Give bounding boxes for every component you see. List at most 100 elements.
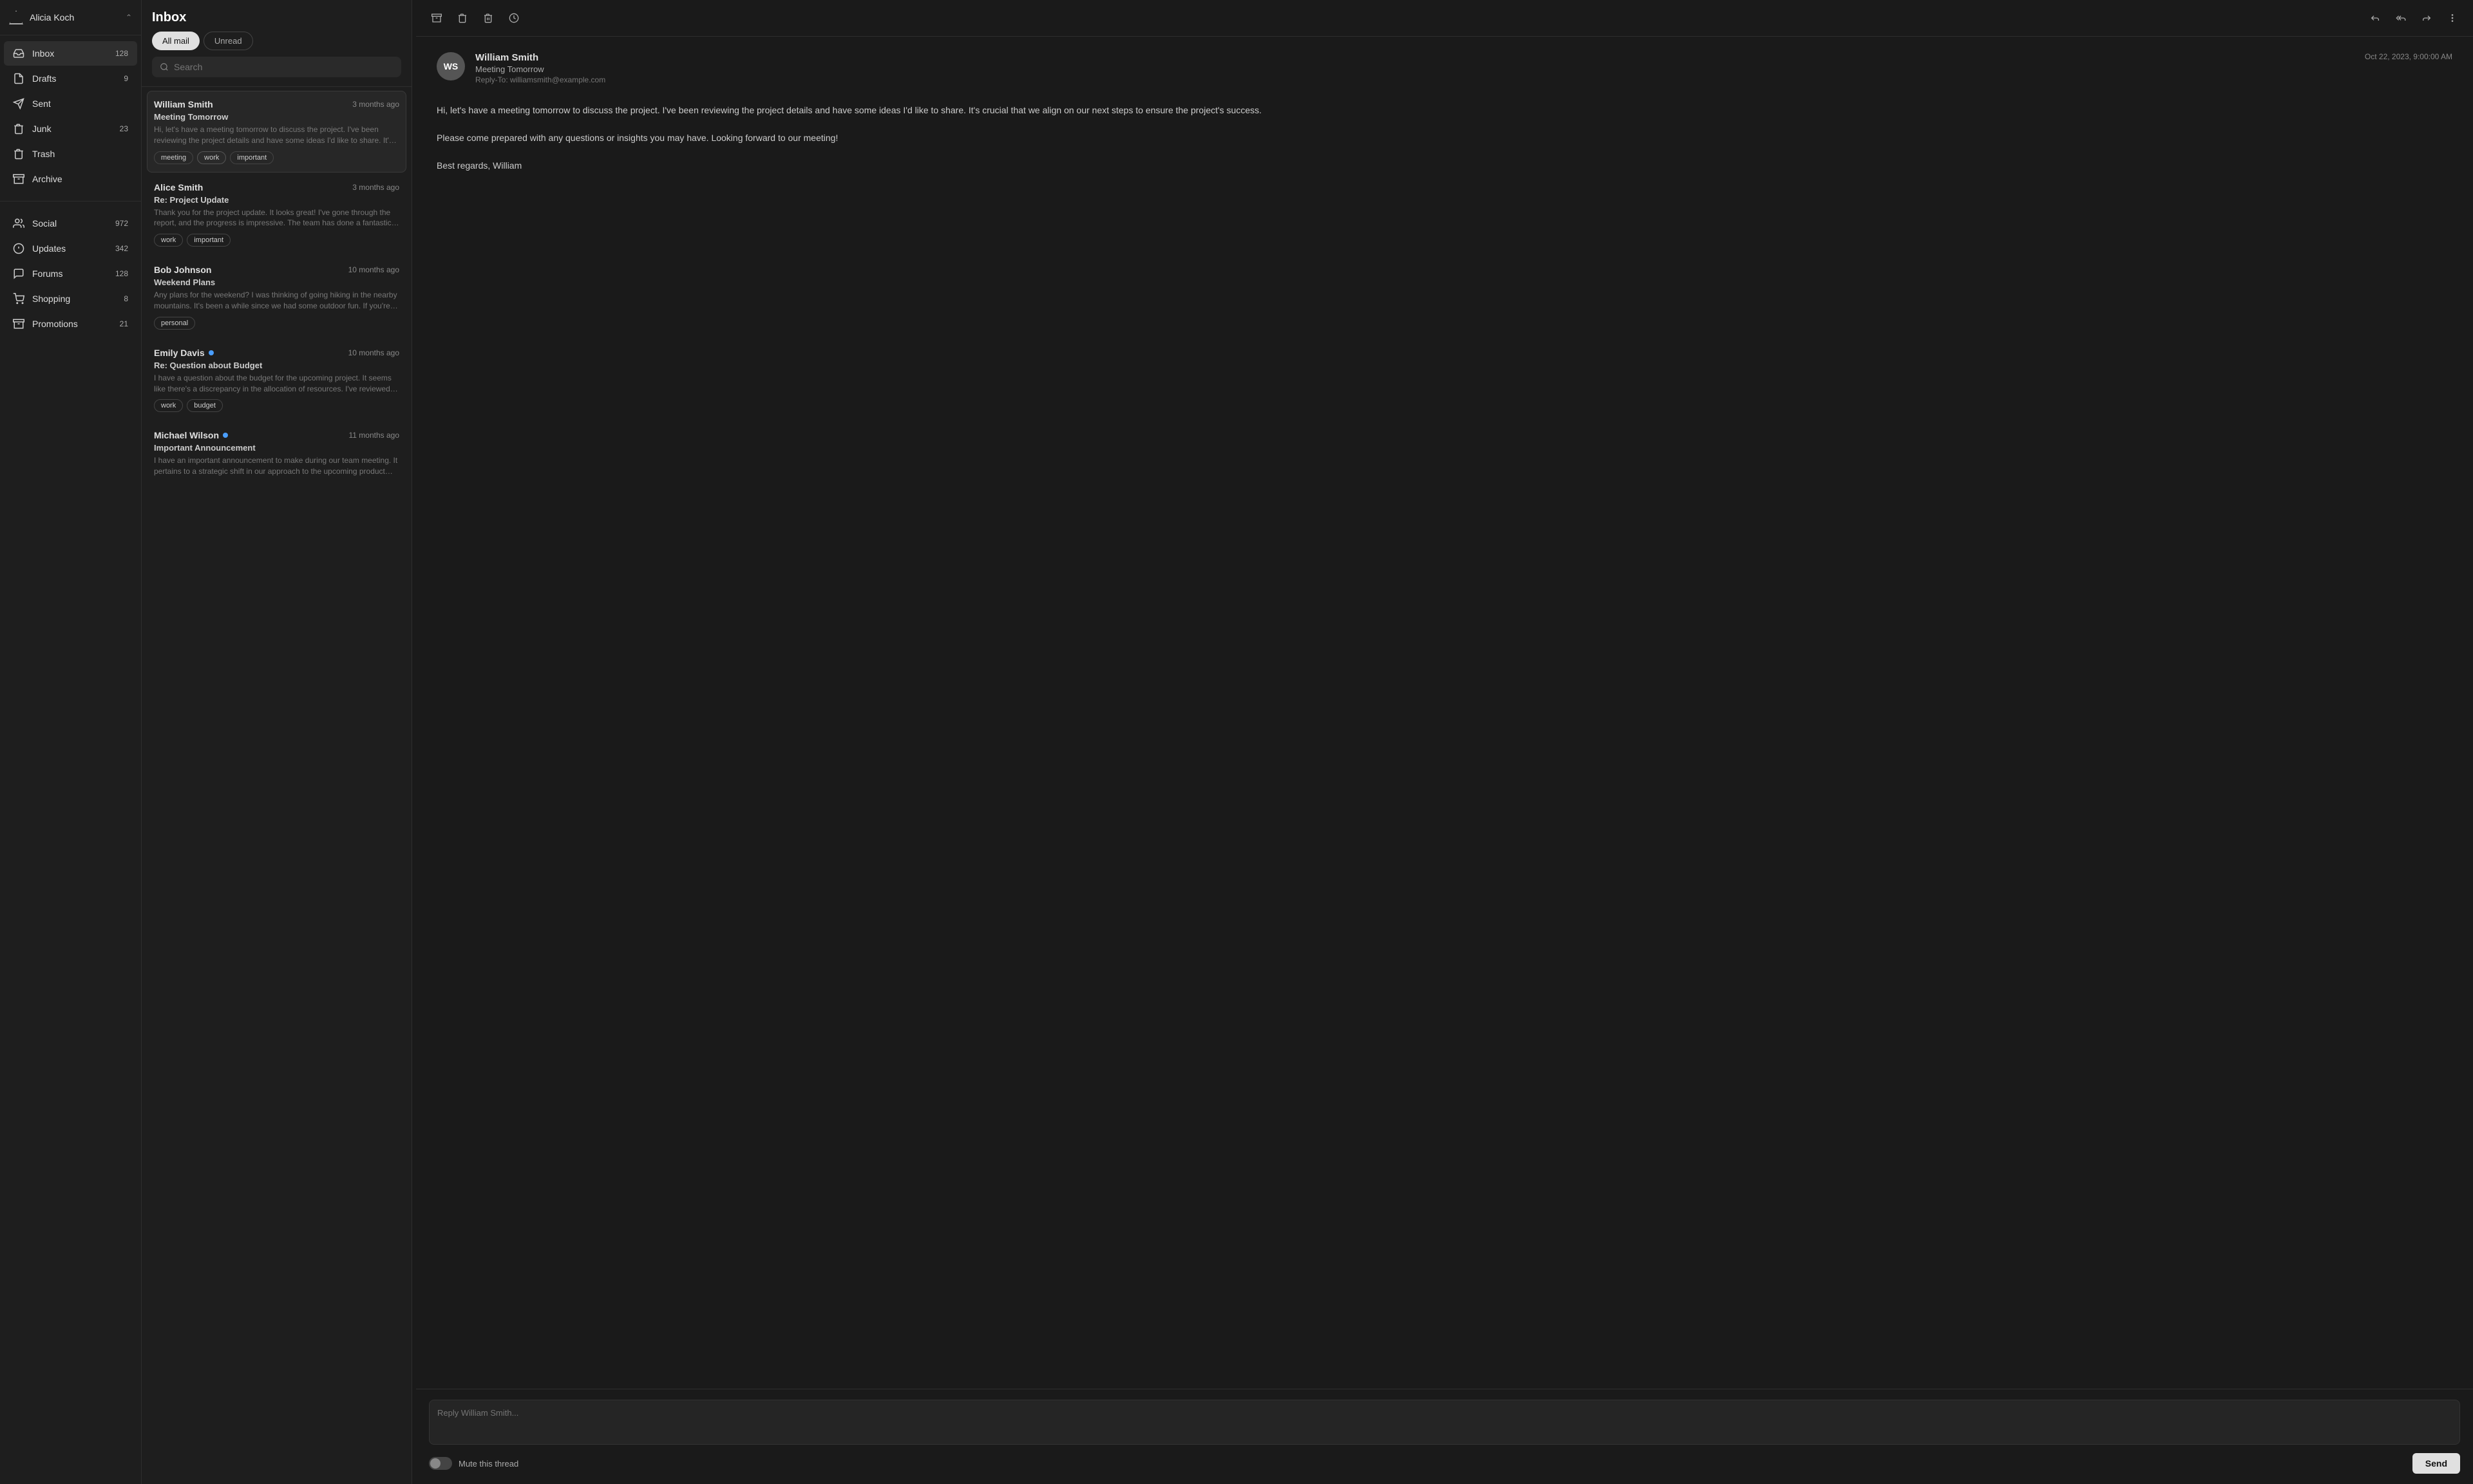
mail-list: William Smith 3 months ago Meeting Tomor… xyxy=(142,87,412,1484)
search-bar xyxy=(152,57,401,77)
forums-count: 128 xyxy=(115,269,128,278)
email-content: WS William Smith Meeting Tomorrow Reply-… xyxy=(416,37,2473,1389)
mail-preview-4: I have a question about the budget for t… xyxy=(154,373,399,395)
social-count: 972 xyxy=(115,219,128,228)
mute-toggle[interactable] xyxy=(429,1457,452,1470)
email-subject-display: Meeting Tomorrow xyxy=(475,64,2355,74)
mail-tags-1: meeting work important xyxy=(154,151,399,164)
email-meta: William Smith Meeting Tomorrow Reply-To:… xyxy=(475,52,2355,84)
send-button[interactable]: Send xyxy=(2412,1453,2460,1474)
account-header[interactable]: Alicia Koch ⌃ xyxy=(0,0,141,35)
mail-item-4[interactable]: Emily Davis 10 months ago Re: Question a… xyxy=(147,339,406,421)
inbox-title: Inbox xyxy=(152,10,401,25)
mail-time-1: 3 months ago xyxy=(352,100,399,109)
sender-avatar: WS xyxy=(437,52,465,80)
email-body-p3: Best regards, William xyxy=(437,158,2452,174)
email-toolbar xyxy=(416,0,2473,37)
mail-sender-4: Emily Davis xyxy=(154,348,214,358)
forums-label: Forums xyxy=(32,268,108,279)
tag-personal: personal xyxy=(154,317,195,330)
tag-work-2: work xyxy=(154,234,183,247)
shopping-icon xyxy=(13,293,24,305)
sidebar: Alicia Koch ⌃ Inbox 128 Drafts 9 xyxy=(0,0,142,1484)
sidebar-item-inbox[interactable]: Inbox 128 xyxy=(4,41,137,66)
email-from-name: William Smith xyxy=(475,52,2355,63)
chevron-icon: ⌃ xyxy=(126,13,132,22)
mail-subject-3: Weekend Plans xyxy=(154,277,399,287)
trash-icon xyxy=(13,148,24,160)
promotions-label: Promotions xyxy=(32,319,112,329)
mail-time-4: 10 months ago xyxy=(348,348,399,357)
sidebar-item-drafts[interactable]: Drafts 9 xyxy=(4,66,137,91)
sent-label: Sent xyxy=(32,99,128,109)
sidebar-item-junk[interactable]: Junk 23 xyxy=(4,117,137,141)
mail-list-header: Inbox All mail Unread xyxy=(142,0,412,87)
mail-sender-2: Alice Smith xyxy=(154,182,203,193)
shopping-label: Shopping xyxy=(32,294,116,304)
mail-item-3[interactable]: Bob Johnson 10 months ago Weekend Plans … xyxy=(147,256,406,338)
trash-label: Trash xyxy=(32,149,128,159)
reply-all-button[interactable] xyxy=(2391,8,2411,28)
junk-icon xyxy=(13,123,24,135)
tag-meeting: meeting xyxy=(154,151,193,164)
email-body-p2: Please come prepared with any questions … xyxy=(437,130,2452,146)
sidebar-item-shopping[interactable]: Shopping 8 xyxy=(4,286,137,311)
forward-button[interactable] xyxy=(2416,8,2437,28)
sidebar-item-updates[interactable]: Updates 342 xyxy=(4,236,137,261)
social-icon xyxy=(13,218,24,229)
drafts-count: 9 xyxy=(124,74,128,83)
inbox-icon xyxy=(13,48,24,59)
sidebar-item-promotions[interactable]: Promotions 21 xyxy=(4,312,137,336)
sidebar-item-archive[interactable]: Archive xyxy=(4,167,137,191)
sidebar-item-forums[interactable]: Forums 128 xyxy=(4,261,137,286)
snooze-button[interactable] xyxy=(504,8,524,28)
email-header-section: WS William Smith Meeting Tomorrow Reply-… xyxy=(437,52,2452,84)
mail-subject-5: Important Announcement xyxy=(154,443,399,453)
tag-work-4: work xyxy=(154,399,183,412)
archive-label: Archive xyxy=(32,174,128,184)
mute-toggle-area: Mute this thread xyxy=(429,1457,518,1470)
nav-primary: Inbox 128 Drafts 9 Sent xyxy=(0,35,141,197)
archive-icon xyxy=(13,173,24,185)
mail-time-3: 10 months ago xyxy=(348,265,399,274)
filter-buttons: All mail Unread xyxy=(152,32,401,50)
sidebar-item-sent[interactable]: Sent xyxy=(4,91,137,116)
updates-label: Updates xyxy=(32,243,108,254)
delete-button[interactable] xyxy=(478,8,498,28)
filter-all-mail[interactable]: All mail xyxy=(152,32,200,50)
inbox-count: 128 xyxy=(115,49,128,58)
tag-work: work xyxy=(197,151,226,164)
mail-tags-3: personal xyxy=(154,317,399,330)
mail-item-5[interactable]: Michael Wilson 11 months ago Important A… xyxy=(147,422,406,485)
promotions-icon xyxy=(13,318,24,330)
mail-item-1[interactable]: William Smith 3 months ago Meeting Tomor… xyxy=(147,91,406,173)
drafts-label: Drafts xyxy=(32,73,116,84)
sidebar-divider xyxy=(0,201,141,202)
junk-count: 23 xyxy=(120,124,128,133)
inbox-label: Inbox xyxy=(32,48,108,59)
sidebar-item-social[interactable]: Social 972 xyxy=(4,211,137,236)
email-reply-to: Reply-To: williamsmith@example.com xyxy=(475,75,2355,84)
archive-button[interactable] xyxy=(426,8,447,28)
social-label: Social xyxy=(32,218,108,229)
shopping-count: 8 xyxy=(124,294,128,303)
reply-section: Mute this thread Send xyxy=(416,1389,2473,1484)
mail-tags-2: work important xyxy=(154,234,399,247)
reply-textarea[interactable] xyxy=(429,1400,2460,1445)
junk-button[interactable] xyxy=(452,8,473,28)
mail-subject-2: Re: Project Update xyxy=(154,195,399,205)
drafts-icon xyxy=(13,73,24,84)
promotions-count: 21 xyxy=(120,319,128,328)
tag-budget: budget xyxy=(187,399,223,412)
forums-icon xyxy=(13,268,24,279)
unread-dot-4 xyxy=(209,350,214,355)
account-icon xyxy=(9,10,23,24)
more-button[interactable] xyxy=(2442,8,2463,28)
sidebar-item-trash[interactable]: Trash xyxy=(4,142,137,166)
search-input[interactable] xyxy=(174,62,393,72)
mail-item-2[interactable]: Alice Smith 3 months ago Re: Project Upd… xyxy=(147,174,406,256)
updates-icon xyxy=(13,243,24,254)
search-icon xyxy=(160,62,169,71)
reply-button[interactable] xyxy=(2365,8,2385,28)
filter-unread[interactable]: Unread xyxy=(204,32,253,50)
